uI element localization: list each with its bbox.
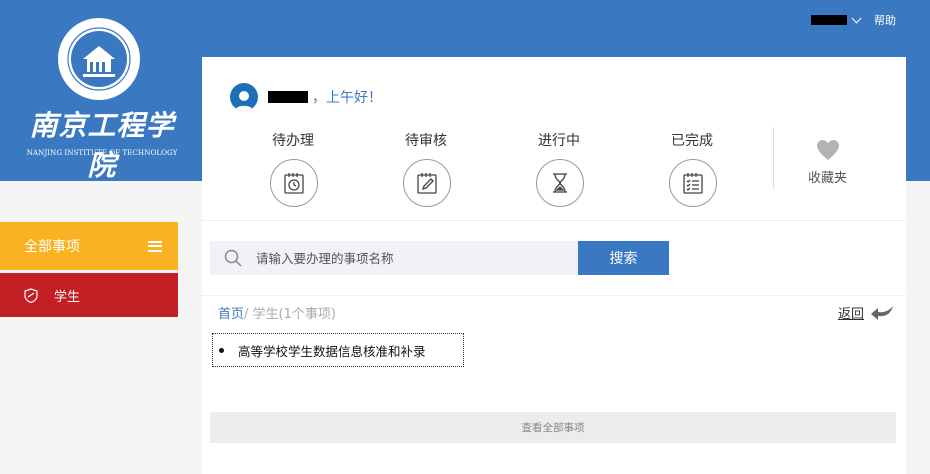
stat-pending[interactable]: 待办理 (252, 130, 385, 207)
stat-completed[interactable]: 已完成 (651, 130, 784, 207)
divider (773, 127, 774, 189)
redacted-username (811, 15, 847, 25)
heart-icon (816, 140, 839, 160)
top-links: 帮助 (811, 12, 896, 28)
back-link[interactable]: 返回 (838, 303, 894, 322)
main-card: ，上午好！ 待办理 待审核 进行中 已完成 收藏夹 请输入要办理的事项名称 搜索… (202, 57, 906, 474)
status-stats: 待办理 待审核 进行中 已完成 (252, 130, 784, 207)
user-menu[interactable] (811, 13, 862, 25)
search-button[interactable]: 搜索 (578, 241, 669, 275)
pen-calendar-icon (403, 159, 451, 207)
view-all-button[interactable]: 查看全部事项 (210, 412, 896, 443)
search-input[interactable] (254, 249, 558, 267)
greeting-text: ，上午好！ (312, 90, 382, 106)
avatar (230, 83, 258, 111)
search-icon (224, 249, 242, 267)
school-logo: 南京工程学院 NANJING INSTITUTE OF TECHNOLOGY (22, 16, 182, 182)
list-item-title: 高等学校学生数据信息核准和补录 (238, 343, 426, 359)
sidebar-item-all[interactable]: 全部事项 (0, 222, 178, 270)
stat-review[interactable]: 待审核 (385, 130, 518, 207)
school-seal-icon (58, 18, 140, 100)
school-name-cn: 南京工程学院 (29, 109, 175, 182)
sidebar-item-label: 学生 (54, 289, 81, 305)
bullet (219, 347, 224, 353)
favorites-label: 收藏夹 (808, 171, 848, 186)
chevron-down-icon (851, 13, 862, 23)
sidebar-item-student[interactable]: 学生 (0, 273, 178, 317)
school-name-en: NANJING INSTITUTE OF TECHNOLOGY (26, 148, 178, 157)
back-label: 返回 (837, 307, 864, 322)
hourglass-icon (536, 159, 584, 207)
list-item[interactable]: 高等学校学生数据信息核准和补录 (212, 333, 464, 367)
stat-label: 待办理 (272, 133, 314, 149)
checklist-icon (669, 159, 717, 207)
favorites[interactable]: 收藏夹 (808, 139, 847, 186)
divider (202, 220, 906, 221)
redacted-name (268, 91, 308, 103)
greeting: ，上午好！ (230, 83, 382, 111)
divider (202, 295, 906, 296)
menu-icon (148, 240, 162, 252)
back-arrow-icon (871, 305, 893, 320)
clock-calendar-icon (270, 159, 318, 207)
sidebar-item-label: 全部事项 (24, 239, 80, 255)
stat-in-progress[interactable]: 进行中 (518, 130, 651, 207)
breadcrumb: 首页/ 学生(1个事项) (218, 303, 336, 322)
help-link[interactable]: 帮助 (874, 12, 896, 28)
search-box (210, 241, 578, 275)
shield-icon (24, 287, 38, 303)
breadcrumb-home[interactable]: 首页 (218, 307, 244, 322)
sidebar: 全部事项 学生 (0, 222, 178, 317)
stat-label: 待审核 (405, 133, 447, 149)
stat-label: 已完成 (671, 133, 713, 149)
stat-label: 进行中 (538, 133, 580, 149)
breadcrumb-current: / 学生(1个事项) (244, 307, 336, 322)
